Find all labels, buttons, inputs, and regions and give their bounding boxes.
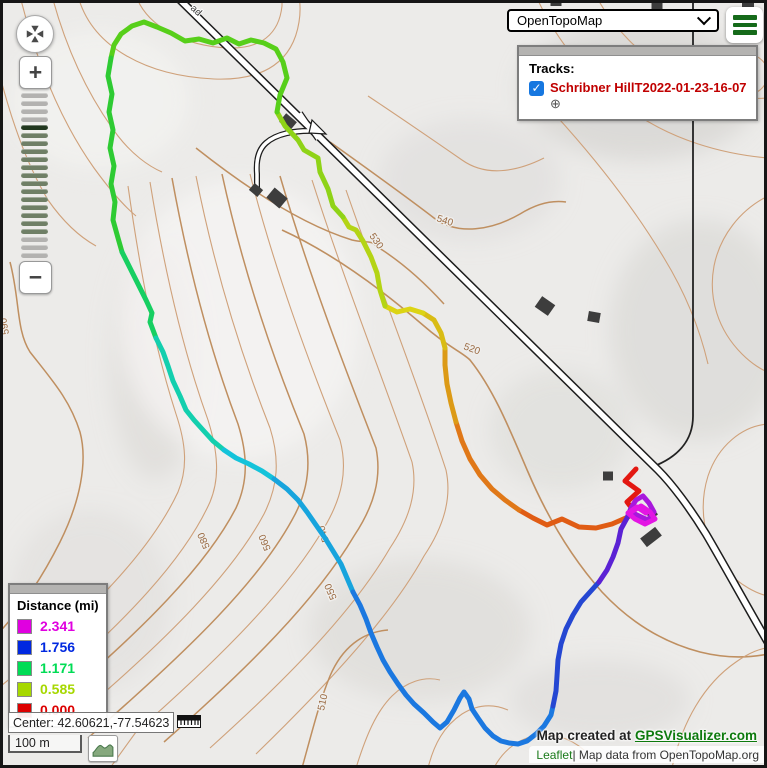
zoom-in-button[interactable]: +: [19, 56, 52, 89]
center-coordinates: Center: 42.60621,-77.54623: [13, 716, 169, 730]
zoom-level-14[interactable]: [21, 205, 48, 210]
track-list-item: ✓ Schribner HillT2022-01-23-16-07 ⊕: [529, 80, 748, 111]
track-name[interactable]: Schribner HillT2022-01-23-16-07 ⊕: [550, 80, 748, 111]
elevation-profile-button[interactable]: [88, 735, 118, 762]
menu-button[interactable]: [726, 7, 763, 43]
legend-swatch: [17, 619, 32, 634]
distance-legend: Distance (mi) 2.3411.7561.1710.5850.000: [8, 583, 108, 728]
building: [551, 0, 562, 6]
zoom-level-18[interactable]: [21, 237, 48, 242]
zoom-level-7[interactable]: [21, 149, 48, 154]
recenter-button[interactable]: [16, 15, 54, 53]
zoom-level-6[interactable]: [21, 141, 48, 146]
legend-value: 2.341: [40, 618, 75, 634]
zoom-level-15[interactable]: [21, 213, 48, 218]
map-viewport[interactable]: 540530520580560540550510590 ad + − OpenT…: [0, 0, 767, 768]
legend-entry: 2.341: [17, 618, 99, 634]
legend-entry: 1.171: [17, 660, 99, 676]
map-credits: Map created at GPSVisualizer.com: [537, 728, 757, 743]
legend-swatch: [17, 640, 32, 655]
tracks-panel-title: Tracks:: [529, 61, 748, 76]
zoom-level-13[interactable]: [21, 197, 48, 202]
building: [587, 311, 601, 323]
chevron-down-icon: [697, 11, 711, 25]
zoom-level-2[interactable]: [21, 109, 48, 114]
basemap-select[interactable]: OpenTopoMap: [507, 9, 719, 32]
zoom-level-12[interactable]: [21, 189, 48, 194]
zoom-slider[interactable]: [21, 93, 48, 261]
legend-drag-handle[interactable]: [10, 585, 106, 594]
zoom-level-8[interactable]: [21, 157, 48, 162]
leaflet-link[interactable]: Leaflet: [536, 748, 572, 762]
basemap-select-value: OpenTopoMap: [517, 13, 602, 28]
legend-swatch: [17, 682, 32, 697]
hamburger-icon: [733, 15, 757, 20]
zoom-level-20[interactable]: [21, 253, 48, 258]
building: [603, 472, 613, 481]
legend-entry: 1.756: [17, 639, 99, 655]
measure-button[interactable]: [177, 713, 201, 730]
elevation-profile-icon: [92, 740, 114, 758]
scale-bar: 100 m: [8, 735, 82, 753]
legend-value: 0.585: [40, 681, 75, 697]
legend-entry: 0.585: [17, 681, 99, 697]
zoom-level-16[interactable]: [21, 221, 48, 226]
tracks-panel-drag-handle[interactable]: [519, 47, 756, 56]
zoom-level-3[interactable]: [21, 117, 48, 122]
zoom-level-9[interactable]: [21, 165, 48, 170]
scale-bar-label: 100 m: [15, 736, 50, 750]
track-checkbox[interactable]: ✓: [529, 81, 544, 96]
zoom-level-0[interactable]: [21, 93, 48, 98]
locate-track-icon[interactable]: ⊕: [550, 96, 561, 111]
center-arrows-icon: [24, 23, 46, 45]
zoom-level-4[interactable]: [21, 125, 48, 130]
legend-value: 1.756: [40, 639, 75, 655]
gpsvisualizer-link[interactable]: GPSVisualizer.com: [635, 728, 757, 743]
zoom-level-11[interactable]: [21, 181, 48, 186]
zoom-level-19[interactable]: [21, 245, 48, 250]
ruler-icon: [177, 714, 201, 730]
attribution-bar: Leaflet | Map data from OpenTopoMap.org: [529, 746, 765, 763]
map-center-readout: Center: 42.60621,-77.54623: [8, 712, 174, 733]
tracks-panel: Tracks: ✓ Schribner HillT2022-01-23-16-0…: [517, 45, 758, 121]
legend-title: Distance (mi): [17, 598, 99, 613]
zoom-level-5[interactable]: [21, 133, 48, 138]
zoom-level-17[interactable]: [21, 229, 48, 234]
zoom-out-button[interactable]: −: [19, 261, 52, 294]
attribution-text: | Map data from OpenTopoMap.org: [572, 748, 759, 762]
legend-value: 1.171: [40, 660, 75, 676]
legend-rows: 2.3411.7561.1710.5850.000: [17, 618, 99, 718]
zoom-level-1[interactable]: [21, 101, 48, 106]
zoom-level-10[interactable]: [21, 173, 48, 178]
legend-swatch: [17, 661, 32, 676]
